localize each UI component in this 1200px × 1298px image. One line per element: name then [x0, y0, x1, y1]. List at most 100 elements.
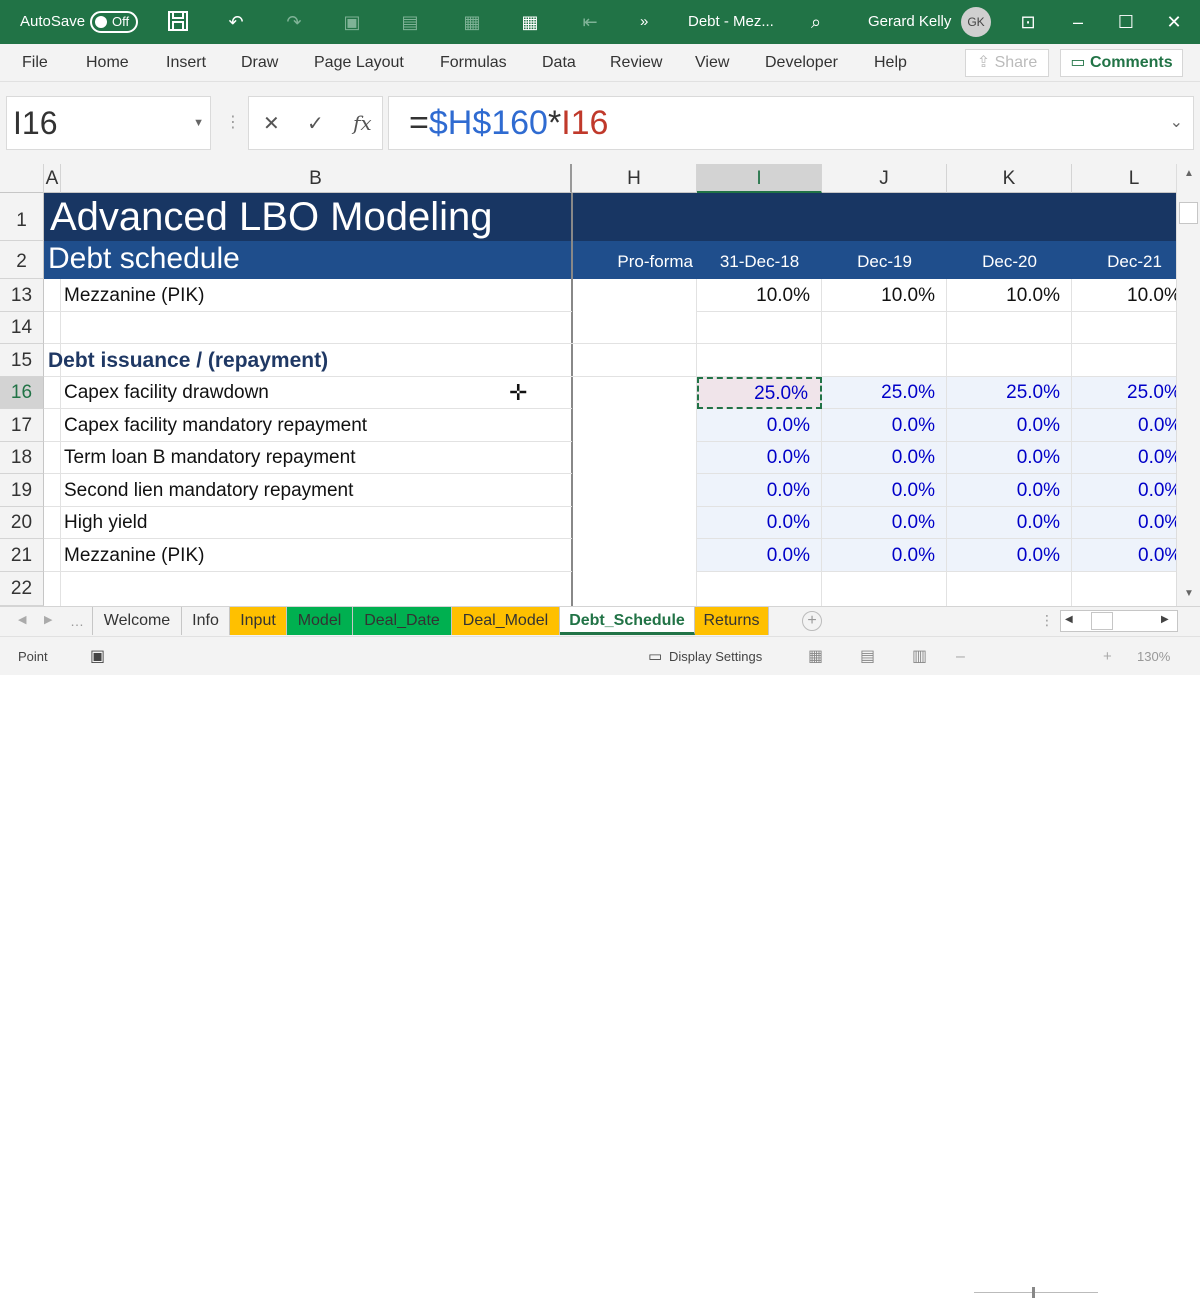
- row-header-20[interactable]: 20: [0, 507, 44, 539]
- cell-k21[interactable]: 0.0%: [947, 539, 1072, 572]
- menu-formulas[interactable]: Formulas: [440, 44, 507, 82]
- cell-l19[interactable]: 0.0%: [1072, 474, 1176, 507]
- page-layout-icon[interactable]: ▤: [860, 637, 875, 676]
- cell-j20[interactable]: 0.0%: [822, 507, 947, 539]
- tab-returns[interactable]: Returns: [695, 607, 769, 635]
- autosave-toggle[interactable]: Off: [90, 11, 138, 33]
- column-header-h[interactable]: H: [572, 164, 697, 193]
- display-settings-icon[interactable]: ▭: [648, 637, 662, 676]
- row-header-14[interactable]: 14: [0, 312, 44, 344]
- section-heading[interactable]: Debt issuance / (repayment): [48, 344, 328, 377]
- zoom-in-icon[interactable]: +: [1103, 637, 1112, 676]
- tab-info[interactable]: Info: [182, 607, 230, 635]
- menu-help[interactable]: Help: [874, 44, 907, 82]
- menu-view[interactable]: View: [695, 44, 729, 82]
- menu-review[interactable]: Review: [610, 44, 662, 82]
- chevron-down-icon[interactable]: ▼: [193, 97, 204, 149]
- more-commands[interactable]: »: [640, 0, 648, 44]
- name-box[interactable]: I16 ▼: [6, 96, 211, 150]
- spreadsheet-grid[interactable]: A B H I J K L Advanced LBO Modeling Debt…: [0, 164, 1176, 606]
- cell-b21[interactable]: Mezzanine (PIK): [44, 539, 572, 572]
- present-icon[interactable]: ▦: [460, 10, 484, 34]
- tab-deal-model[interactable]: Deal_Model: [452, 607, 560, 635]
- search-icon[interactable]: ⌕: [804, 10, 828, 34]
- tab-welcome[interactable]: Welcome: [92, 607, 182, 635]
- cell-b19[interactable]: Second lien mandatory repayment: [44, 474, 572, 507]
- cell-i21[interactable]: 0.0%: [697, 539, 822, 572]
- maximize-icon[interactable]: ☐: [1114, 10, 1138, 34]
- hscroll-left-icon[interactable]: ◀: [1065, 614, 1073, 625]
- menu-home[interactable]: Home: [86, 44, 129, 82]
- ribbon-display-icon[interactable]: ⊡: [1016, 10, 1040, 34]
- normal-view-icon[interactable]: ▦: [808, 637, 823, 676]
- save-icon[interactable]: [166, 10, 190, 34]
- cell-j13[interactable]: 10.0%: [822, 279, 947, 312]
- cell-k20[interactable]: 0.0%: [947, 507, 1072, 539]
- cell-i16-selected[interactable]: 25.0%: [697, 377, 822, 409]
- cell-k17[interactable]: 0.0%: [947, 409, 1072, 442]
- cell-b13[interactable]: Mezzanine (PIK): [44, 279, 572, 312]
- horizontal-scrollbar[interactable]: ◀ ▶: [1060, 610, 1178, 632]
- scroll-thumb[interactable]: [1179, 202, 1198, 224]
- zoom-slider-thumb[interactable]: [1032, 1287, 1035, 1298]
- calculator-icon[interactable]: ▦: [518, 10, 542, 34]
- cell-b17[interactable]: Capex facility mandatory repayment: [44, 409, 572, 442]
- hscroll-thumb[interactable]: [1091, 612, 1113, 630]
- cell-i13[interactable]: 10.0%: [697, 279, 822, 312]
- zoom-slider[interactable]: [974, 1292, 1098, 1293]
- cell-k18[interactable]: 0.0%: [947, 442, 1072, 474]
- cell-l16[interactable]: 25.0%: [1072, 377, 1176, 409]
- row-header-15[interactable]: 15: [0, 344, 44, 377]
- redo-icon[interactable]: ↷: [282, 10, 306, 34]
- scroll-up-icon[interactable]: ▲: [1181, 168, 1197, 184]
- tab-deal-date[interactable]: Deal_Date: [353, 607, 452, 635]
- cell-j18[interactable]: 0.0%: [822, 442, 947, 474]
- form-icon[interactable]: ▤: [398, 10, 422, 34]
- cell-k19[interactable]: 0.0%: [947, 474, 1072, 507]
- row-header-21[interactable]: 21: [0, 539, 44, 572]
- cell-b18[interactable]: Term loan B mandatory repayment: [44, 442, 572, 474]
- minimize-icon[interactable]: –: [1066, 10, 1090, 34]
- cell-i19[interactable]: 0.0%: [697, 474, 822, 507]
- hscroll-right-icon[interactable]: ▶: [1161, 614, 1169, 625]
- comments-button[interactable]: ▭ Comments: [1060, 49, 1183, 77]
- tab-scroll-left-icon[interactable]: ◀: [18, 613, 26, 626]
- row-header-1[interactable]: 1: [0, 193, 44, 241]
- tab-input[interactable]: Input: [230, 607, 287, 635]
- tab-more-icon[interactable]: …: [70, 613, 84, 629]
- undo-icon[interactable]: ↶: [224, 10, 248, 34]
- cell-i20[interactable]: 0.0%: [697, 507, 822, 539]
- column-header-l[interactable]: L: [1072, 164, 1176, 193]
- cell-j17[interactable]: 0.0%: [822, 409, 947, 442]
- row-header-18[interactable]: 18: [0, 442, 44, 474]
- menu-developer[interactable]: Developer: [765, 44, 838, 82]
- insert-function-icon[interactable]: fx: [353, 111, 372, 135]
- scroll-down-icon[interactable]: ▼: [1181, 588, 1197, 604]
- zoom-level[interactable]: 130%: [1137, 637, 1170, 676]
- cell-j16[interactable]: 25.0%: [822, 377, 947, 409]
- column-header-a[interactable]: A: [44, 164, 61, 193]
- menu-draw[interactable]: Draw: [241, 44, 278, 82]
- column-header-k[interactable]: K: [947, 164, 1072, 193]
- menu-page-layout[interactable]: Page Layout: [314, 44, 404, 82]
- add-sheet-icon[interactable]: +: [802, 611, 822, 631]
- cell-l13[interactable]: 10.0%: [1072, 279, 1176, 312]
- enter-icon[interactable]: ✓: [307, 111, 324, 136]
- cell-i17[interactable]: 0.0%: [697, 409, 822, 442]
- formula-input[interactable]: =$H$160*I16 ⌄: [388, 96, 1194, 150]
- cell-j19[interactable]: 0.0%: [822, 474, 947, 507]
- vertical-scrollbar[interactable]: ▲ ▼: [1176, 164, 1200, 606]
- cell-l18[interactable]: 0.0%: [1072, 442, 1176, 474]
- cell-j21[interactable]: 0.0%: [822, 539, 947, 572]
- column-header-b[interactable]: B: [61, 164, 572, 193]
- row-header-16[interactable]: 16: [0, 377, 44, 409]
- cell-l20[interactable]: 0.0%: [1072, 507, 1176, 539]
- macro-record-icon[interactable]: ▣: [90, 637, 105, 676]
- cell-l17[interactable]: 0.0%: [1072, 409, 1176, 442]
- tab-model[interactable]: Model: [287, 607, 353, 635]
- cell-l21[interactable]: 0.0%: [1072, 539, 1176, 572]
- tab-scroll-right-icon[interactable]: ▶: [44, 613, 52, 626]
- row-14-empty[interactable]: [44, 312, 1176, 344]
- cancel-icon[interactable]: ✕: [263, 111, 280, 136]
- row-header-2[interactable]: 2: [0, 241, 44, 279]
